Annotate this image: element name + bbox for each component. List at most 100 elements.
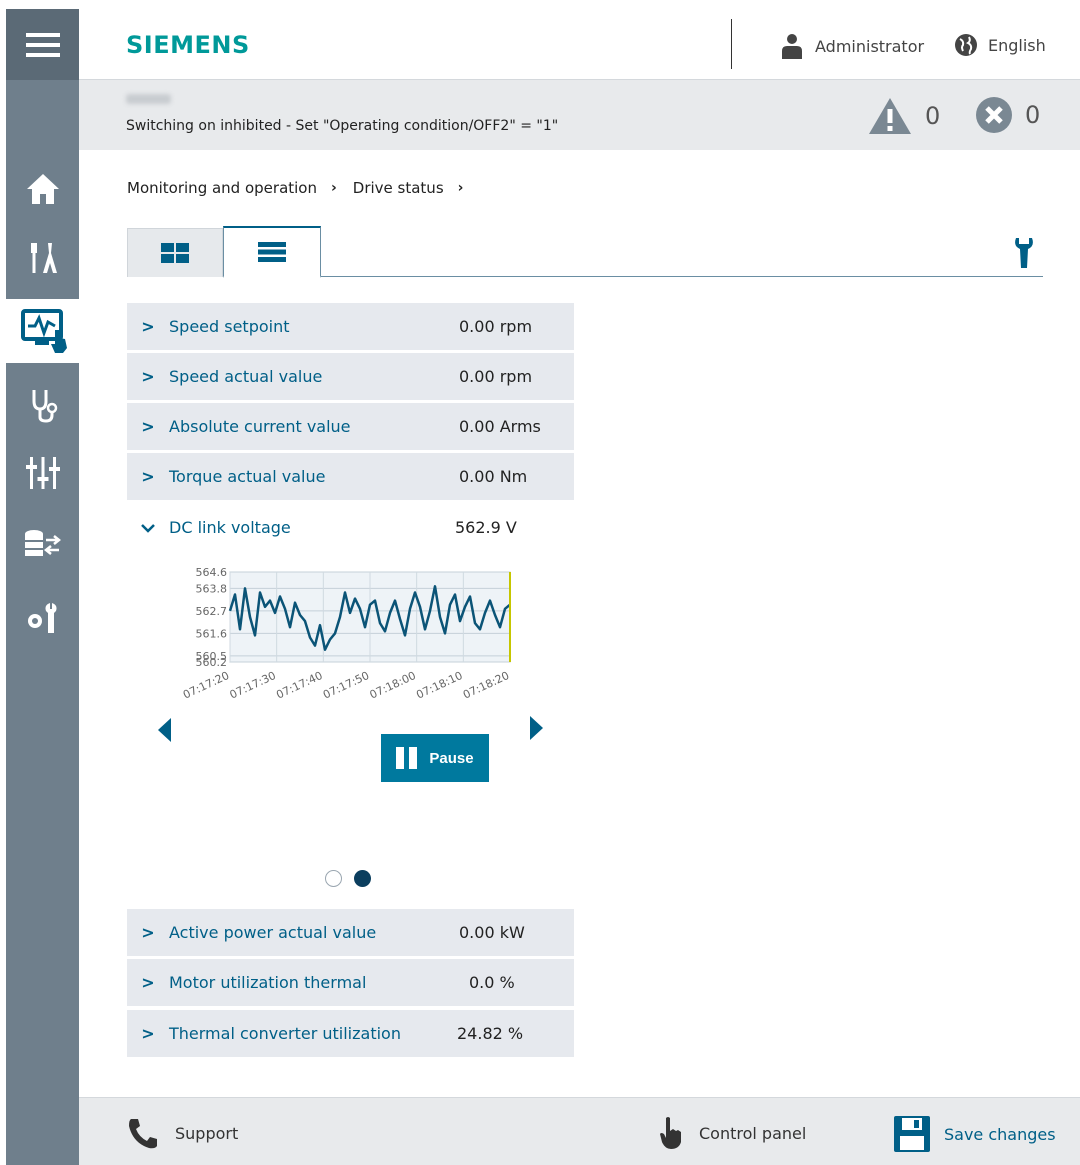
breadcrumb-item-monitoring[interactable]: Monitoring and operation bbox=[127, 179, 317, 197]
pause-button[interactable]: Pause bbox=[381, 734, 489, 782]
pager-dot-2[interactable] bbox=[354, 870, 371, 887]
y-tick-label: 562.7 bbox=[196, 605, 228, 618]
row-label: Torque actual value bbox=[169, 467, 326, 486]
row-value: 562.9 V bbox=[455, 518, 517, 537]
row-speed-setpoint[interactable]: > Speed setpoint 0.00 rpm bbox=[127, 303, 574, 350]
tab-list-view[interactable] bbox=[223, 226, 321, 278]
support-button[interactable]: Support bbox=[127, 1116, 238, 1150]
chevron-right-icon: › bbox=[457, 180, 464, 196]
view-tabs bbox=[127, 226, 1043, 278]
tiles-icon bbox=[161, 243, 189, 263]
line-chart: 564.6563.8562.7561.6560.5560.207:17:2007… bbox=[181, 566, 511, 702]
row-absolute-current[interactable]: > Absolute current value 0.00 Arms bbox=[127, 403, 574, 450]
sidebar-item-commissioning[interactable] bbox=[6, 225, 79, 289]
parameters-sliders-icon bbox=[25, 457, 60, 489]
user-icon bbox=[782, 34, 802, 59]
row-value: 0.00 Arms bbox=[459, 417, 541, 436]
user-name: Administrator bbox=[815, 36, 925, 56]
hamburger-icon bbox=[25, 32, 60, 57]
save-changes-label: Save changes bbox=[944, 1124, 1056, 1144]
dc-link-voltage-chart: 564.6 563.8 562.7 561.6 560.5 560.2 07:17:20 07… bbox=[150, 560, 520, 710]
breadcrumb: Monitoring and operation › Drive status … bbox=[127, 179, 479, 197]
wrench-icon[interactable] bbox=[1013, 236, 1035, 268]
row-value: 0.00 rpm bbox=[459, 317, 533, 336]
row-value: 0.00 kW bbox=[459, 923, 525, 942]
chevron-down-icon bbox=[127, 518, 169, 537]
sidebar-item-backup[interactable] bbox=[6, 513, 79, 577]
chevron-right-icon: > bbox=[141, 417, 155, 436]
x-tick-label: 07:18:10 bbox=[414, 669, 464, 702]
row-value: 0.00 Nm bbox=[459, 467, 528, 486]
warning-icon bbox=[869, 98, 911, 134]
chevron-right-icon: > bbox=[141, 923, 155, 942]
chevron-right-icon: > bbox=[141, 367, 155, 386]
globe-icon bbox=[955, 34, 977, 56]
warnings-count: 0 bbox=[925, 102, 941, 130]
chevron-right-icon: > bbox=[141, 1024, 155, 1043]
monitoring-icon bbox=[20, 309, 67, 353]
chevron-right-icon: > bbox=[141, 467, 155, 486]
warnings-counter[interactable]: 0 bbox=[867, 96, 940, 136]
pause-icon bbox=[396, 747, 418, 769]
x-tick-label: 07:18:20 bbox=[461, 669, 511, 702]
x-tick-label: 07:17:30 bbox=[228, 669, 278, 702]
control-panel-button[interactable]: Control panel bbox=[657, 1116, 806, 1150]
sidebar-item-home[interactable] bbox=[6, 157, 79, 221]
row-label: DC link voltage bbox=[169, 518, 291, 537]
status-message: Switching on inhibited - Set "Operating … bbox=[126, 118, 559, 134]
chart-prev-arrow[interactable] bbox=[158, 718, 171, 742]
errors-counter[interactable]: 0 bbox=[975, 96, 1040, 134]
row-value: 0.00 rpm bbox=[459, 367, 533, 386]
tab-tile-view[interactable] bbox=[127, 228, 223, 277]
breadcrumb-item-drive-status[interactable]: Drive status bbox=[353, 179, 444, 197]
home-icon bbox=[26, 174, 59, 204]
x-tick-label: 07:17:50 bbox=[321, 669, 371, 702]
row-torque-actual[interactable]: > Torque actual value 0.00 Nm bbox=[127, 453, 574, 500]
row-active-power[interactable]: > Active power actual value 0.00 kW bbox=[127, 909, 574, 956]
x-tick-label: 07:17:20 bbox=[181, 669, 231, 702]
sidebar-item-monitoring[interactable] bbox=[6, 299, 85, 363]
row-label: Active power actual value bbox=[169, 923, 377, 942]
row-motor-utilization[interactable]: > Motor utilization thermal 0.0 % bbox=[127, 959, 574, 1006]
errors-count: 0 bbox=[1025, 101, 1041, 129]
row-label: Motor utilization thermal bbox=[169, 973, 367, 992]
phone-icon bbox=[129, 1119, 157, 1149]
header-divider bbox=[731, 19, 732, 69]
x-tick-label: 07:17:40 bbox=[274, 669, 324, 702]
menu-button[interactable] bbox=[6, 9, 79, 80]
drive-status-bar: Switching on inhibited - Set "Operating … bbox=[79, 80, 1080, 150]
chart-next-arrow[interactable] bbox=[530, 716, 543, 740]
x-tick-label: 07:18:00 bbox=[368, 669, 418, 702]
list-icon bbox=[258, 242, 286, 262]
sidebar-item-parameters[interactable] bbox=[6, 441, 79, 505]
hand-pointer-icon bbox=[660, 1117, 681, 1149]
row-dc-link-voltage[interactable]: DC link voltage 562.9 V bbox=[127, 504, 574, 551]
row-value: 0.0 % bbox=[469, 973, 515, 992]
sidebar-item-diagnostics[interactable] bbox=[6, 373, 79, 437]
sidebar-item-system[interactable] bbox=[6, 585, 79, 649]
row-thermal-converter[interactable]: > Thermal converter utilization 24.82 % bbox=[127, 1010, 574, 1057]
y-tick-label: 561.6 bbox=[196, 627, 228, 640]
language-label: English bbox=[988, 35, 1046, 55]
backup-restore-icon bbox=[24, 530, 61, 556]
chevron-right-icon: › bbox=[331, 180, 337, 196]
row-speed-actual[interactable]: > Speed actual value 0.00 rpm bbox=[127, 353, 574, 400]
language-menu[interactable]: English bbox=[954, 33, 1046, 57]
footer-bar: Support Control panel Save changes bbox=[79, 1097, 1080, 1165]
control-panel-label: Control panel bbox=[699, 1123, 807, 1143]
system-settings-icon bbox=[27, 603, 56, 633]
siemens-logo: SIEMENS bbox=[126, 31, 250, 59]
y-tick-label: 563.8 bbox=[196, 582, 228, 595]
diagnostics-stethoscope-icon bbox=[32, 390, 57, 423]
save-icon bbox=[894, 1116, 930, 1152]
pager-dot-1[interactable] bbox=[325, 870, 342, 887]
support-label: Support bbox=[175, 1123, 239, 1143]
row-label: Thermal converter utilization bbox=[169, 1024, 401, 1043]
user-menu[interactable]: Administrator bbox=[781, 33, 924, 59]
y-tick-label: 560.2 bbox=[196, 656, 228, 669]
sidebar bbox=[6, 9, 85, 1165]
save-changes-button[interactable]: Save changes bbox=[894, 1116, 1056, 1152]
chevron-right-icon: > bbox=[141, 973, 155, 992]
error-icon bbox=[976, 97, 1012, 133]
chevron-right-icon: > bbox=[141, 317, 155, 336]
